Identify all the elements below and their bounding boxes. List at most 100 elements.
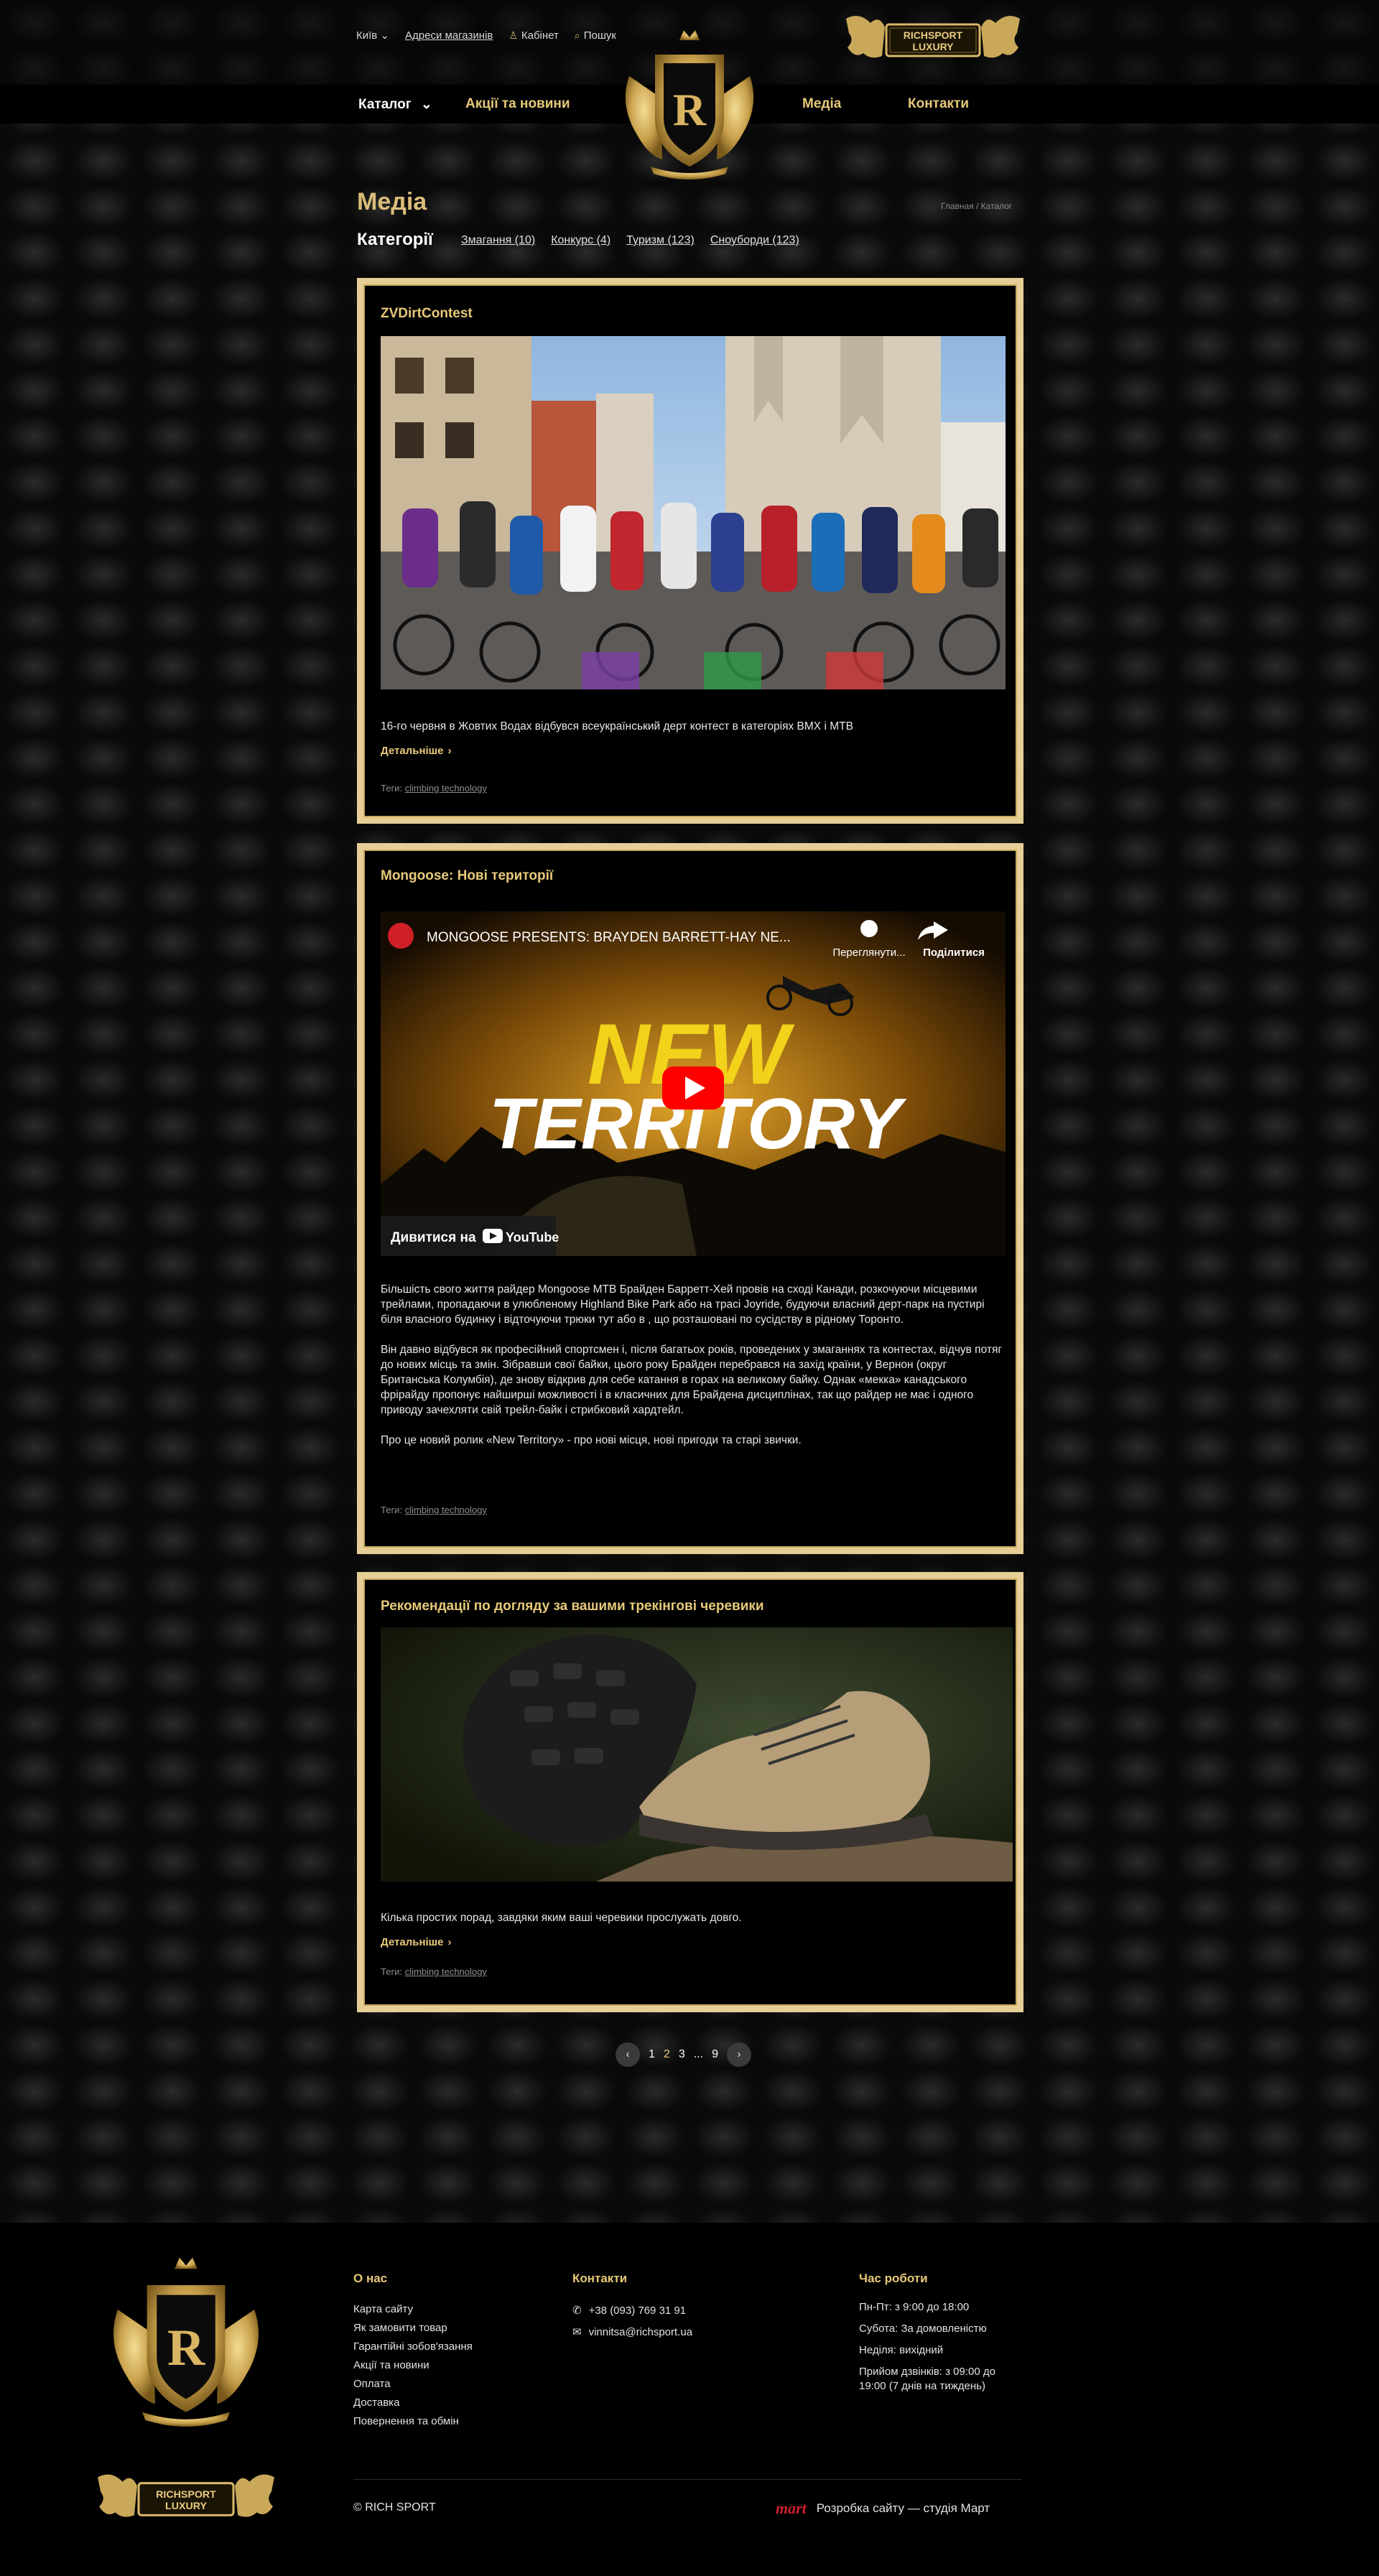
category-link[interactable]: Сноуборди (123) xyxy=(710,234,799,247)
studio-text: Розробка сайту — студія Март xyxy=(816,2501,990,2515)
breadcrumb[interactable]: Главная / Каталог xyxy=(941,201,1012,211)
article-image[interactable] xyxy=(381,1627,1013,1882)
video-title: MONGOOSE PRESENTS: BRAYDEN BARRETT-HAY N… xyxy=(427,930,791,945)
pagination: ‹ 1 2 3 ... 9 › xyxy=(616,2042,751,2067)
page-link[interactable]: 9 xyxy=(712,2048,718,2061)
article-excerpt: Кілька простих порад, завдяки яким ваші … xyxy=(381,1910,1006,1940)
read-more-link[interactable]: Детальніше › xyxy=(381,1936,452,1948)
footer-brand-logo[interactable]: RICHSPORT LUXURY xyxy=(93,2467,279,2529)
crown-icon xyxy=(175,2257,198,2269)
footer-crest-logo[interactable]: R xyxy=(106,2251,266,2429)
brand-logo[interactable]: RICHSPORT LUXURY xyxy=(842,9,1024,69)
tags-label: Теги: xyxy=(381,1505,403,1515)
category-list: Змагання (10) Конкурс (4) Туризм (123) С… xyxy=(461,234,799,247)
next-page-button[interactable]: › xyxy=(726,2042,751,2067)
top-links: Київ ⌄ Адреси магазинів ♙ Кабінет ⌕ Пошук xyxy=(356,29,616,42)
studio-credit[interactable]: mart Розробка сайту — студія Март xyxy=(776,2499,990,2518)
nav-media[interactable]: Медіа xyxy=(802,96,841,112)
city-selector[interactable]: Київ ⌄ xyxy=(356,29,389,42)
crest-logo[interactable]: R xyxy=(619,26,760,181)
tag-link[interactable]: climbing technology xyxy=(405,1505,487,1515)
article-paragraph: Кілька простих порад, завдяки яким ваші … xyxy=(381,1912,742,1924)
page-link-current[interactable]: 2 xyxy=(664,2048,670,2061)
email-text: vinnitsa@richsport.ua xyxy=(588,2326,693,2338)
crest-monogram: R xyxy=(673,84,707,135)
crest-monogram: R xyxy=(167,2318,205,2376)
nav-contacts[interactable]: Контакти xyxy=(908,96,969,112)
article-paragraph: 16-го червня в Жовтих Водах відбувся все… xyxy=(381,720,853,733)
youtube-label: YouTube xyxy=(506,1230,559,1245)
nav-catalog[interactable]: Каталог ⌄ xyxy=(358,96,432,113)
page-ellipsis: ... xyxy=(693,2048,704,2060)
user-icon: ♙ xyxy=(509,29,518,41)
categories-title: Категорії xyxy=(357,230,433,249)
article-title[interactable]: Mongoose: Нові території xyxy=(381,868,553,884)
read-more-link[interactable]: Детальніше › xyxy=(381,745,452,757)
article-card: Mongoose: Нові території NEW TERRITORY M… xyxy=(357,843,1023,1554)
category-link[interactable]: Туризм (123) xyxy=(626,234,695,247)
prev-page-button[interactable]: ‹ xyxy=(616,2042,640,2067)
page-title: Медіа xyxy=(357,188,427,215)
search-link[interactable]: ⌕ Пошук xyxy=(575,29,616,42)
footer-link[interactable]: Карта сайту xyxy=(353,2300,473,2319)
brand-name-1: RICHSPORT xyxy=(904,29,963,41)
tags-label: Теги: xyxy=(381,783,403,794)
video-thumbnail: NEW TERRITORY MONGOOSE PRESENTS: BRAYDEN… xyxy=(381,911,1006,1256)
footer-hours-title: Час роботи xyxy=(859,2272,928,2285)
clock-icon xyxy=(860,920,878,937)
footer-phone[interactable]: ✆ +38 (093) 769 31 91 xyxy=(572,2300,692,2322)
footer-link[interactable]: Оплата xyxy=(353,2375,473,2394)
footer-link[interactable]: Як замовити товар xyxy=(353,2319,473,2338)
footer-link[interactable]: Доставка xyxy=(353,2394,473,2412)
article-title[interactable]: ZVDirtContest xyxy=(381,306,473,322)
category-link[interactable]: Конкурс (4) xyxy=(551,234,610,247)
crown-icon xyxy=(679,30,700,40)
watch-later-label: Переглянути... xyxy=(832,947,905,959)
article-title[interactable]: Рекомендації по догляду за вашими трекін… xyxy=(381,1599,764,1614)
article-tags: Теги: climbing technology xyxy=(381,783,487,794)
read-more-label: Детальніше xyxy=(381,1936,444,1948)
page-link[interactable]: 3 xyxy=(679,2048,685,2061)
city-label: Київ xyxy=(356,29,378,42)
page-link[interactable]: 1 xyxy=(649,2048,655,2061)
footer-contacts-column: Контакти ✆ +38 (093) 769 31 91 ✉ vinnitsa@… xyxy=(572,2272,692,2343)
share-label: Поділитися xyxy=(923,947,985,959)
footer-link[interactable]: Гарантійні зобов'язання xyxy=(353,2338,473,2356)
category-link[interactable]: Змагання (10) xyxy=(461,234,535,247)
footer-email[interactable]: ✉ vinnitsa@richsport.ua xyxy=(572,2322,692,2343)
hours-line: Неділя: вихідний xyxy=(859,2344,944,2356)
footer: R RICHSPORT LUXURY О нас Карта сайту Як … xyxy=(0,2223,1379,2576)
hours-line: Прийом дзвінків: з 09:00 до 19:00 (7 дні… xyxy=(859,2366,995,2392)
tag-link[interactable]: climbing technology xyxy=(405,1966,487,1977)
phone-text: +38 (093) 769 31 91 xyxy=(588,2305,687,2317)
griffin-left-shape xyxy=(846,16,885,58)
hours-line: Пн-Пт: з 9:00 до 18:00 xyxy=(859,2301,970,2313)
chevron-down-icon: ⌄ xyxy=(420,97,432,112)
channel-avatar xyxy=(388,923,414,949)
brand-name-1: RICHSPORT xyxy=(156,2489,216,2501)
footer-hours-column: Час роботи Пн-Пт: з 9:00 до 18:00 Субота… xyxy=(859,2272,1024,2401)
mail-icon: ✉ xyxy=(572,2326,582,2338)
footer-about-title: О нас xyxy=(353,2272,388,2285)
article-card: Рекомендації по догляду за вашими трекін… xyxy=(357,1572,1023,2012)
article-paragraph: Більшість свого життя райдер Mongoose MT… xyxy=(381,1283,985,1326)
video-player[interactable]: NEW TERRITORY MONGOOSE PRESENTS: BRAYDEN… xyxy=(381,911,1006,1256)
footer-about-column: О нас Карта сайту Як замовити товар Гара… xyxy=(353,2272,473,2431)
stores-link[interactable]: Адреси магазинів xyxy=(405,29,493,42)
footer-link[interactable]: Акції та новини xyxy=(353,2356,473,2375)
footer-link[interactable]: Повернення та обмін xyxy=(353,2412,473,2431)
griffin-right-shape xyxy=(981,16,1020,58)
account-link[interactable]: ♙ Кабінет xyxy=(509,29,559,42)
hours-line: Субота: За домовленістю xyxy=(859,2322,987,2335)
article-excerpt: 16-го червня в Жовтих Водах відбувся все… xyxy=(381,719,1006,749)
article-image[interactable] xyxy=(381,336,1006,689)
brand-name-2: LUXURY xyxy=(165,2501,207,2512)
phone-icon: ✆ xyxy=(572,2305,582,2317)
chevron-right-icon: › xyxy=(447,1936,452,1948)
footer-divider xyxy=(353,2479,1022,2480)
tag-link[interactable]: climbing technology xyxy=(405,783,487,794)
search-icon: ⌕ xyxy=(574,29,580,41)
nav-promos[interactable]: Акції та новини xyxy=(465,96,570,112)
watch-on-label: Дивитися на xyxy=(391,1230,476,1245)
article-paragraph: Він давно відбувся як професійний спортс… xyxy=(381,1344,1003,1416)
